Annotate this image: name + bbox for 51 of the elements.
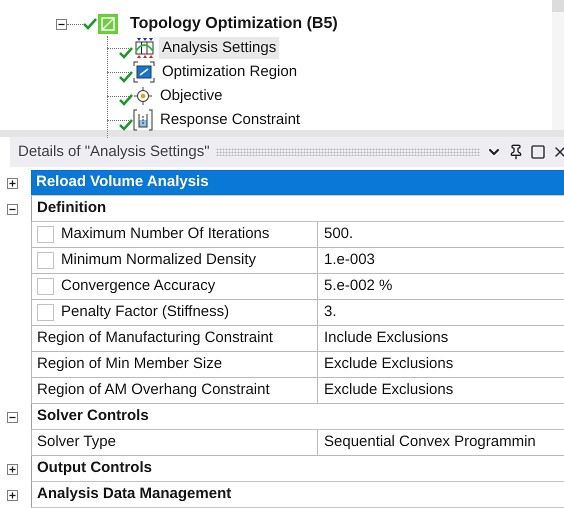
property-value: 500. — [324, 224, 354, 244]
region-icon — [133, 61, 155, 83]
property-value: Exclude Exclusions — [324, 380, 454, 400]
property-value: 3. — [324, 302, 337, 322]
group-header[interactable]: Solver Controls — [31, 404, 564, 430]
property-value: Exclude Exclusions — [324, 354, 454, 374]
maximize-icon[interactable] — [530, 144, 546, 160]
topology-icon — [98, 14, 118, 34]
check-icon — [119, 94, 133, 106]
property-label: Convergence Accuracy — [61, 276, 216, 296]
property-label: Maximum Number Of Iterations — [61, 224, 270, 244]
property-label: Minimum Normalized Density — [61, 250, 256, 270]
collapse-icon[interactable] — [7, 204, 18, 214]
target-icon — [133, 86, 153, 106]
property-label: Region of Min Member Size — [37, 354, 222, 374]
checkbox[interactable] — [37, 252, 54, 269]
collapse-icon[interactable] — [56, 18, 67, 30]
expand-icon[interactable] — [7, 490, 18, 500]
scrollbar[interactable] — [552, 0, 564, 130]
property-label: Region of Manufacturing Constraint — [37, 328, 273, 348]
group-header[interactable]: Reload Volume Analysis — [31, 170, 564, 196]
tree-item[interactable]: Topology Optimization (B5) — [130, 12, 338, 36]
checkbox[interactable] — [37, 278, 54, 295]
group-header[interactable]: Output Controls — [31, 456, 564, 482]
collapse-icon[interactable] — [7, 412, 18, 422]
check-icon — [119, 71, 133, 83]
property-label: Region of AM Overhang Constraint — [37, 380, 270, 400]
group-header[interactable]: Definition — [31, 196, 564, 222]
tree-item[interactable]: Analysis Settings — [159, 37, 280, 59]
property-value: Include Exclusions — [324, 328, 448, 348]
group-header[interactable]: Analysis Data Management — [31, 482, 564, 508]
property-label: Penalty Factor (Stiffness) — [61, 302, 230, 322]
beaker-icon — [133, 109, 153, 131]
property-value: Sequential Convex Programmin — [324, 432, 536, 452]
property-value: 1.e-003 — [324, 250, 375, 270]
tree-item[interactable]: Response Constraint — [157, 109, 304, 131]
panel-title: Details of "Analysis Settings" — [18, 142, 210, 162]
checkbox[interactable] — [37, 304, 54, 321]
property-label: Solver Type — [37, 432, 116, 452]
check-icon — [119, 119, 133, 131]
tree-item[interactable]: Objective — [157, 85, 226, 107]
tree-item[interactable]: Optimization Region — [159, 61, 300, 83]
checkbox[interactable] — [37, 226, 54, 243]
grid-icon — [133, 37, 155, 59]
expand-icon[interactable] — [7, 178, 18, 188]
check-icon — [83, 18, 97, 30]
check-icon — [119, 47, 133, 59]
property-value: 5.e-002 % — [324, 276, 392, 296]
expand-icon[interactable] — [7, 464, 18, 474]
grip-handle[interactable] — [216, 148, 480, 156]
pin-icon[interactable] — [508, 144, 524, 160]
